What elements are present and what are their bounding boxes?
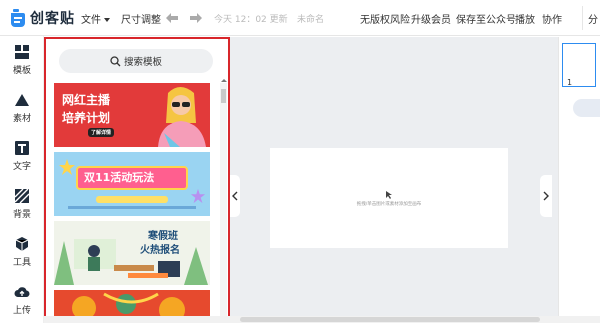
- sidebar-item-label: 上传: [12, 306, 31, 316]
- template-icon: [15, 45, 29, 59]
- sidebar-item-label: 工具: [12, 258, 31, 268]
- horizontal-scrollbar[interactable]: [44, 316, 600, 323]
- upload-icon: [14, 287, 30, 298]
- sidebar-item-text[interactable]: 文字: [0, 140, 44, 186]
- collaborate-button[interactable]: 协作: [542, 11, 562, 26]
- save-to-wechat-button[interactable]: 保存至公众号: [456, 11, 516, 26]
- tools-icon: [15, 237, 29, 251]
- add-page-button[interactable]: [573, 99, 600, 117]
- search-icon: [110, 55, 121, 66]
- expand-pages-button[interactable]: [540, 175, 552, 217]
- template-card-tag: 了解详情: [88, 128, 115, 137]
- collapse-panel-button[interactable]: [230, 175, 240, 217]
- upgrade-member-button[interactable]: 升级会员: [411, 11, 451, 26]
- sidebar-item-materials[interactable]: 素材: [0, 92, 44, 138]
- share-button[interactable]: 分: [588, 11, 598, 26]
- sidebar-item-label: 素材: [12, 114, 31, 124]
- template-card[interactable]: 网红主播 培养计划 了解详情: [54, 83, 210, 147]
- top-toolbar: 创客贴 文件 尺寸调整 今天 12：02 更新 未命名 无版权风险 升级会员 保…: [0, 0, 600, 36]
- sidebar-item-template[interactable]: 模板: [0, 44, 44, 90]
- save-status: 今天 12：02 更新: [214, 15, 288, 25]
- template-card-title: 网红主播: [62, 93, 111, 107]
- document-title[interactable]: 未命名: [297, 12, 324, 25]
- toolbar-divider: [582, 6, 583, 30]
- sidebar-item-background[interactable]: 背景: [0, 188, 44, 234]
- scroll-up-arrow[interactable]: [221, 79, 227, 82]
- shapes-icon: [15, 94, 29, 106]
- sidebar-item-label: 背景: [12, 210, 31, 220]
- search-template-button[interactable]: 搜索模板: [59, 49, 213, 73]
- illustration-study: [54, 239, 208, 285]
- text-icon: [15, 141, 29, 155]
- template-panel: 搜索模板 网红主播 培养计划 了解详情 双11活动玩法 寒假班 火热报名: [44, 37, 230, 323]
- template-card[interactable]: 双11活动玩法: [54, 152, 210, 216]
- sidebar-item-upload[interactable]: 上传: [0, 284, 44, 323]
- illustration-person: [158, 87, 206, 147]
- page-thumbnail[interactable]: 1: [562, 43, 596, 87]
- sidebar-item-label: 模板: [12, 66, 31, 76]
- left-icon-rail: 模板 素材 文字 背景 工具 上传: [0, 36, 44, 323]
- template-card-title: 火热报名: [140, 245, 180, 256]
- copyright-free-link[interactable]: 无版权风险: [360, 11, 410, 26]
- decor-line: [68, 206, 196, 209]
- background-icon: [14, 188, 30, 204]
- template-card-title: 培养计划: [62, 111, 111, 125]
- page-number: 1: [567, 78, 573, 87]
- sidebar-item-label: 文字: [12, 162, 31, 172]
- decor-bar: [96, 196, 168, 203]
- design-artboard[interactable]: 拖拽/单击图片或素材添加至画布: [270, 148, 508, 248]
- undo-icon[interactable]: [164, 10, 180, 26]
- logo-text: 创客贴: [30, 11, 75, 27]
- cursor-icon: [386, 191, 392, 199]
- logo-icon: [10, 9, 26, 27]
- template-card-title: 双11活动玩法: [84, 171, 155, 184]
- play-button[interactable]: 播放: [515, 11, 535, 26]
- file-menu-label: 文件: [81, 15, 101, 26]
- star-icon: [190, 188, 206, 204]
- chevron-down-icon: [104, 18, 110, 22]
- app-logo[interactable]: 创客贴: [10, 8, 75, 28]
- scrollbar-thumb[interactable]: [221, 89, 226, 103]
- resize-button[interactable]: 尺寸调整: [121, 11, 161, 26]
- canvas-hint: 拖拽/单击图片或素材添加至画布: [356, 202, 422, 207]
- panel-scrollbar[interactable]: [220, 83, 227, 321]
- chevron-right-icon: [543, 191, 549, 201]
- sidebar-item-tools[interactable]: 工具: [0, 236, 44, 282]
- redo-icon[interactable]: [188, 10, 204, 26]
- chevron-left-icon: [232, 191, 238, 201]
- page-strip: 1: [558, 37, 600, 323]
- scrollbar-thumb[interactable]: [240, 317, 540, 322]
- file-menu[interactable]: 文件: [81, 11, 110, 26]
- star-icon: [59, 159, 75, 175]
- search-label: 搜索模板: [123, 57, 162, 68]
- template-card[interactable]: 寒假班 火热报名: [54, 221, 210, 285]
- template-card-title: 寒假班: [148, 231, 178, 242]
